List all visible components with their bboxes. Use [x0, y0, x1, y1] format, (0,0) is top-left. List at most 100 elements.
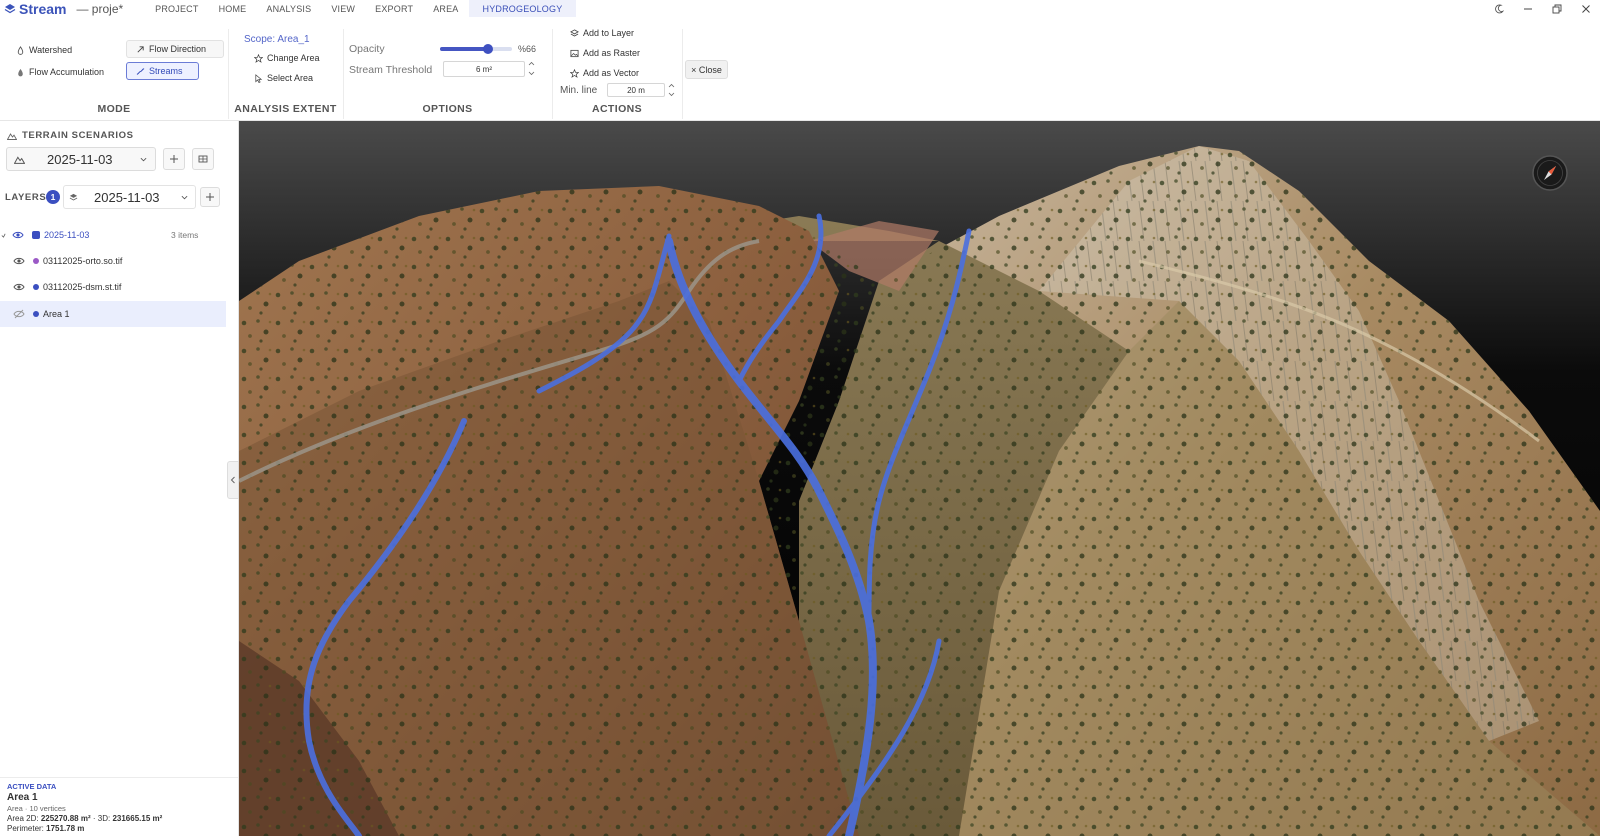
add-to-layer-button[interactable]: Add to Layer [570, 24, 634, 42]
layer-items-count: 3 items [171, 230, 199, 240]
eye-off-icon[interactable] [13, 309, 25, 319]
chevron-down-icon[interactable] [1, 233, 6, 238]
layer-color-dot [33, 311, 39, 317]
menu-analysis[interactable]: ANALYSIS [256, 0, 321, 17]
app-name: Stream [19, 0, 67, 17]
plus-icon [170, 155, 178, 163]
restore-icon [1552, 4, 1561, 13]
area-3d-value: 231665.15 m² [112, 814, 163, 823]
change-area-button[interactable]: Change Area [254, 49, 320, 67]
compass-icon[interactable] [1532, 155, 1568, 191]
star-icon [254, 53, 263, 63]
stream-threshold-input[interactable] [443, 61, 525, 77]
terrain-scenario-select[interactable]: 2025-11-03 [6, 147, 156, 171]
analysis-extent-group-title: ANALYSIS EXTENT [234, 103, 337, 115]
close-panel-button[interactable]: × Close [685, 60, 728, 79]
scenario-grid-button[interactable] [192, 148, 214, 170]
opacity-slider-thumb[interactable] [482, 44, 493, 54]
terrain-scenarios-title: TERRAIN SCENARIOS [22, 130, 134, 141]
chevron-down-icon [181, 195, 188, 199]
main-menu: PROJECT HOME ANALYSIS VIEW EXPORT AREA H… [145, 0, 577, 17]
layer-scenario-value: 2025-11-03 [94, 189, 160, 205]
flow-direction-icon [137, 45, 144, 53]
add-as-vector-button[interactable]: Add as Vector [570, 64, 639, 82]
opacity-slider-fill [440, 47, 488, 51]
menu-export[interactable]: EXPORT [365, 0, 423, 17]
close-window-button[interactable] [1571, 0, 1600, 17]
actions-group-title: ACTIONS [591, 103, 643, 115]
watershed-icon [17, 45, 24, 55]
minimize-icon [1523, 8, 1532, 9]
app-logo: Stream [0, 0, 66, 17]
flow-direction-button[interactable]: Flow Direction [126, 40, 224, 58]
ribbon-divider [682, 29, 683, 119]
title-bar: Stream — proje* PROJECT HOME ANALYSIS VI… [0, 0, 1600, 17]
chevron-down-icon [140, 157, 147, 161]
close-icon [1581, 4, 1590, 13]
menu-area[interactable]: AREA [423, 0, 468, 17]
menu-project[interactable]: PROJECT [145, 0, 208, 17]
menu-hydrogeology[interactable]: HYDROGEOLOGY [468, 0, 577, 17]
opacity-slider[interactable] [440, 44, 512, 54]
active-data-name: Area 1 [7, 792, 38, 803]
layers-title: LAYERS [5, 192, 47, 203]
eye-icon[interactable] [12, 230, 24, 240]
eye-icon[interactable] [13, 282, 25, 292]
flow-accumulation-label: Flow Accumulation [29, 67, 105, 77]
theme-toggle-button[interactable] [1484, 0, 1513, 17]
min-line-label: Min. line [560, 85, 598, 96]
select-area-button[interactable]: Select Area [254, 69, 313, 87]
ribbon-toolbar: Watershed Flow Direction Flow Accumulati… [0, 17, 1600, 121]
project-name: — proje* [76, 1, 124, 16]
layer-stack-icon [570, 28, 579, 36]
cursor-icon [255, 73, 263, 83]
area-2d-label: Area 2D: [7, 814, 39, 823]
add-to-layer-label: Add to Layer [583, 28, 635, 38]
flow-accumulation-button[interactable]: Flow Accumulation [16, 63, 104, 81]
restore-button[interactable] [1542, 0, 1571, 17]
min-line-stepper[interactable] [668, 83, 675, 97]
add-layer-button[interactable] [200, 187, 220, 207]
minimize-button[interactable] [1513, 0, 1542, 17]
chevron-up-icon[interactable] [528, 61, 535, 66]
layer-row-selected[interactable]: Area 1 [0, 301, 226, 327]
active-data-heading: ACTIVE DATA [7, 782, 57, 791]
layer-row[interactable]: 03112025-dsm.st.tif [0, 274, 226, 300]
layer-row[interactable]: 03112025-orto.so.tif [0, 248, 226, 274]
active-data-perimeter: Perimeter: 1751.78 m [7, 824, 238, 834]
watershed-button[interactable]: Watershed [16, 41, 72, 59]
terrain-scenarios-header: TERRAIN SCENARIOS [7, 130, 134, 141]
layers-header: LAYERS [5, 192, 46, 203]
map-3d-viewport[interactable] [239, 121, 1600, 836]
layer-group-row[interactable]: 2025-11-03 3 items [0, 222, 226, 248]
left-panel: TERRAIN SCENARIOS 2025-11-03 LAYERS 1 20… [0, 121, 239, 836]
moon-icon [1494, 3, 1504, 13]
logo-icon [4, 3, 16, 13]
layer-color-dot [33, 258, 39, 264]
eye-icon[interactable] [13, 256, 25, 266]
add-as-vector-label: Add as Vector [583, 68, 640, 78]
flow-direction-label: Flow Direction [149, 44, 207, 54]
plus-icon [206, 193, 214, 201]
collapse-panel-button[interactable] [227, 461, 239, 499]
terrain-scene[interactable] [239, 121, 1600, 836]
active-data-area: Area 2D: 225270.88 m² · 3D: 231665.15 m² [7, 814, 238, 824]
chevron-up-icon[interactable] [668, 83, 675, 88]
watershed-label: Watershed [29, 45, 73, 55]
vector-icon [570, 68, 579, 78]
active-data-panel: ACTIVE DATA Area 1 Area · 10 vertices Ar… [0, 777, 238, 836]
chevron-down-icon[interactable] [668, 92, 675, 97]
opacity-value: %66 [518, 44, 537, 54]
min-line-input[interactable] [607, 83, 665, 97]
add-as-raster-button[interactable]: Add as Raster [570, 44, 640, 62]
terrain-icon [14, 155, 25, 164]
menu-home[interactable]: HOME [209, 0, 257, 17]
streams-button[interactable]: Streams [126, 62, 199, 80]
layer-scenario-select[interactable]: 2025-11-03 [63, 185, 196, 209]
chevron-down-icon[interactable] [528, 71, 535, 76]
mode-group-title: MODE [97, 103, 131, 115]
layer-name: 03112025-dsm.st.tif [43, 282, 122, 292]
stream-threshold-stepper[interactable] [528, 61, 535, 76]
add-scenario-button[interactable] [163, 148, 185, 170]
menu-view[interactable]: VIEW [321, 0, 365, 17]
